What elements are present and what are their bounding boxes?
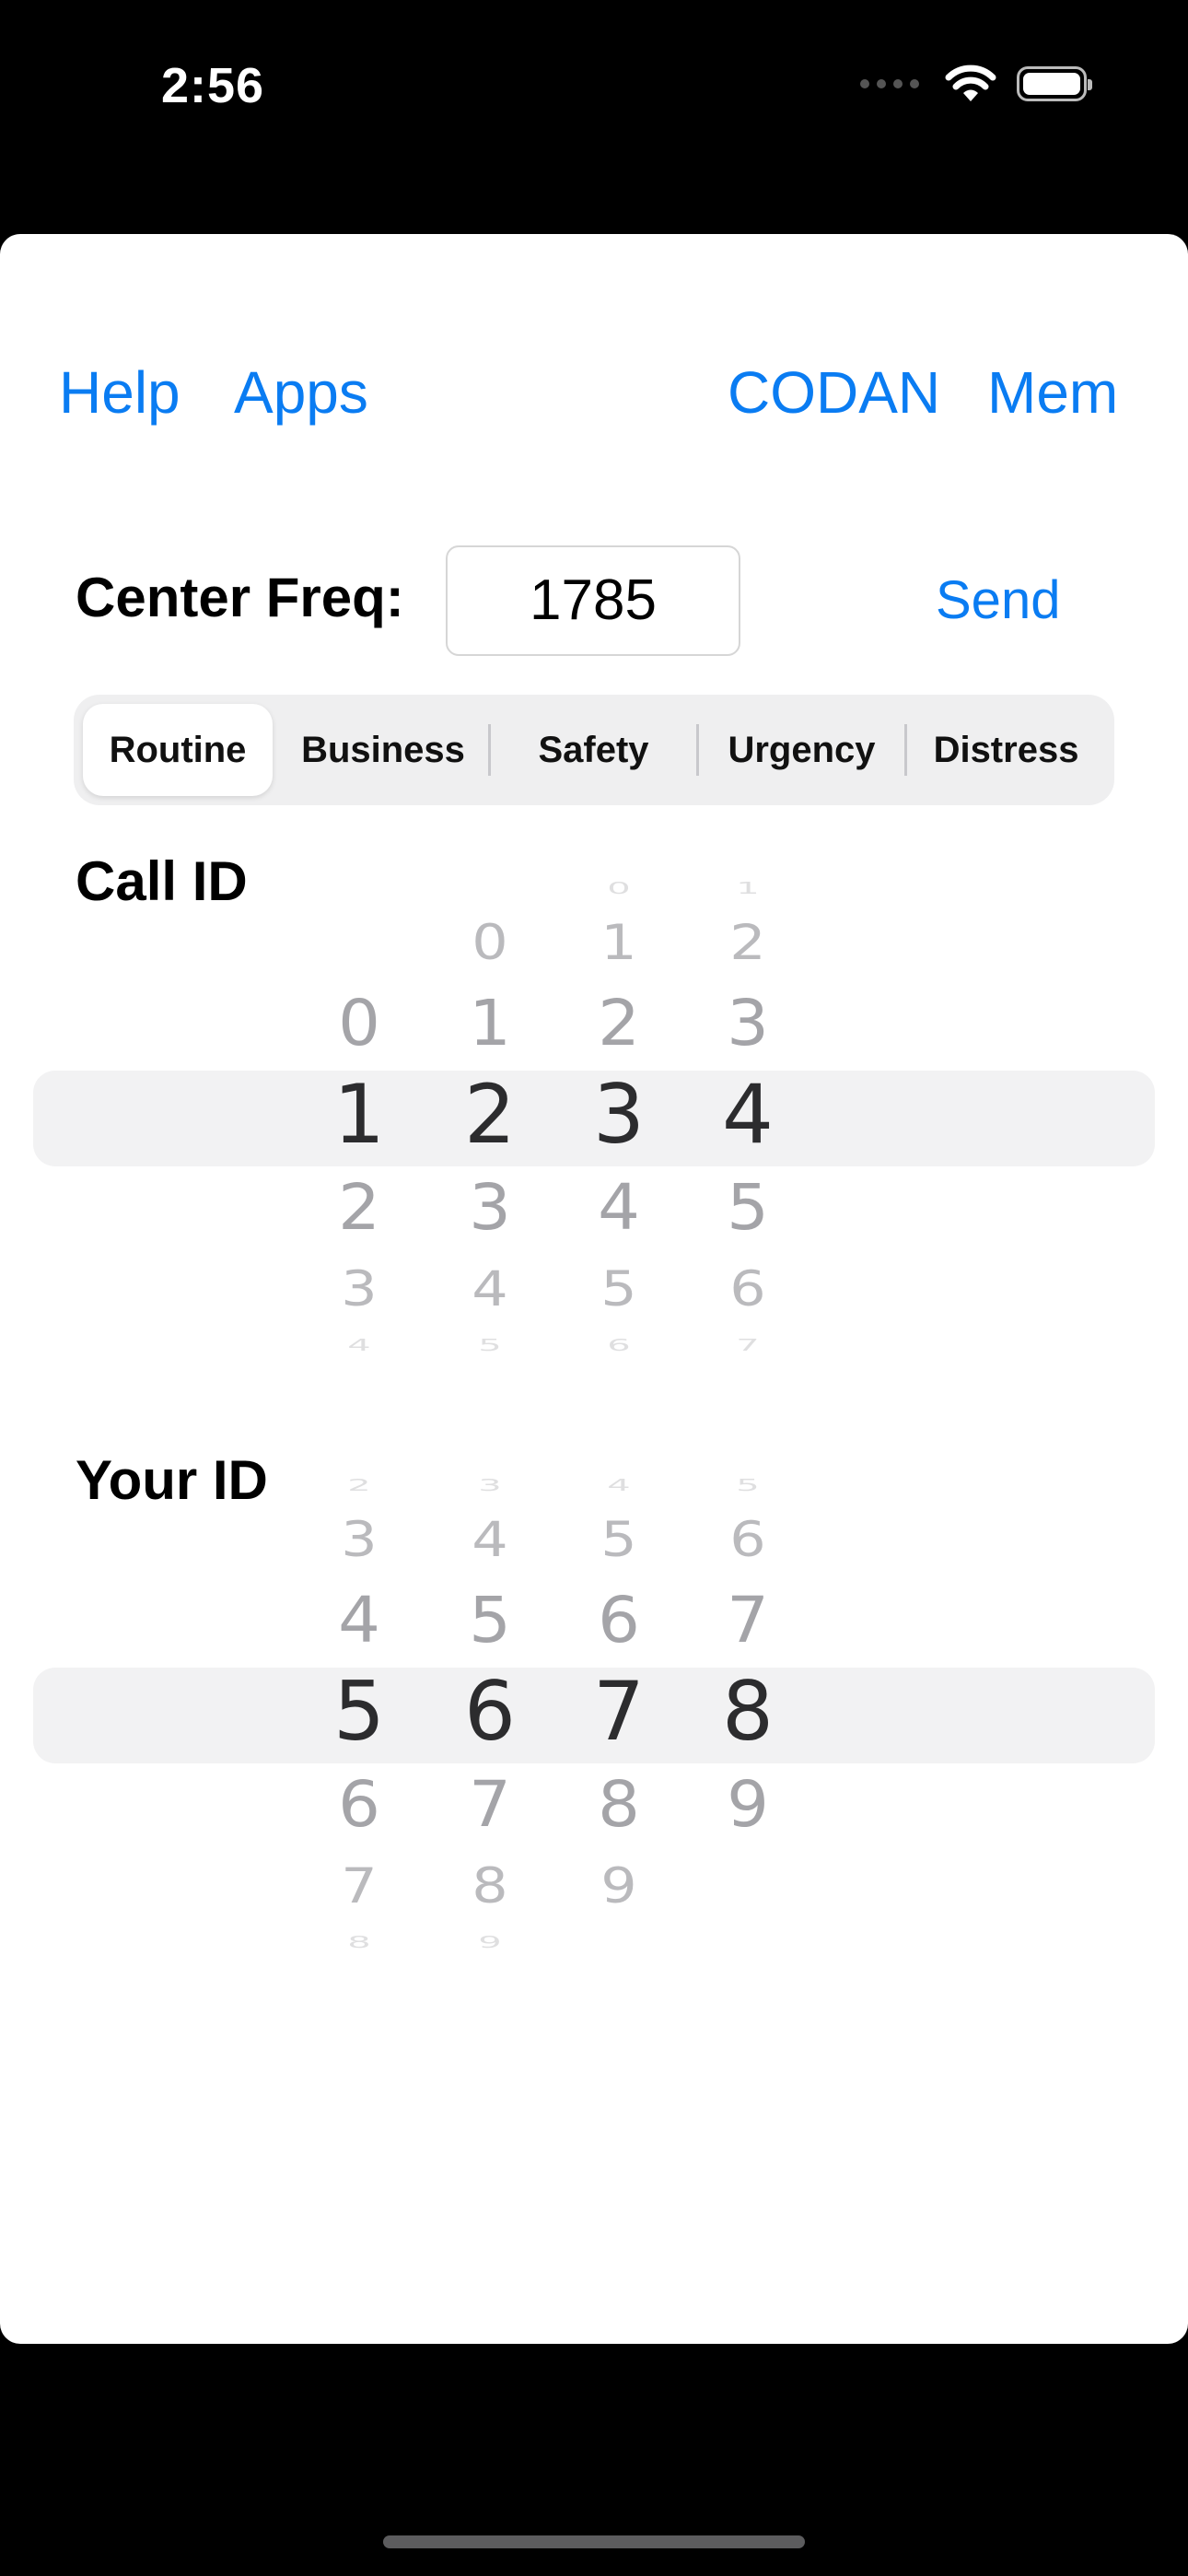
- picker-digit: 1: [469, 986, 511, 1060]
- center-freq-label: Center Freq:: [76, 567, 404, 628]
- apps-link[interactable]: Apps: [234, 356, 368, 429]
- picker-digit: 5: [600, 1510, 637, 1568]
- picker-digit: 2: [338, 1170, 380, 1245]
- picker-digit: 7: [727, 1583, 769, 1657]
- call-category-segmented-control: Routine Business Safety Urgency Distress: [74, 695, 1114, 805]
- picker-digit: 3: [727, 986, 769, 1060]
- picker-digit: 5: [727, 1170, 769, 1245]
- picker-digit: 6: [607, 1335, 631, 1355]
- picker-selected-digit: 1: [333, 1066, 385, 1162]
- segment-routine[interactable]: Routine: [83, 704, 273, 796]
- home-indicator: [383, 2535, 805, 2548]
- your-id-label: Your ID: [76, 1449, 268, 1511]
- picker-digit: 9: [727, 1767, 769, 1842]
- picker-digit: 4: [598, 1170, 640, 1245]
- picker-selected-digit: 8: [722, 1663, 774, 1759]
- status-bar: 2:56: [0, 0, 1188, 175]
- picker-digit: 5: [478, 1335, 502, 1355]
- wifi-icon: [945, 64, 996, 101]
- picker-digit: 8: [347, 1932, 371, 1952]
- picker-digit: 4: [338, 1583, 380, 1657]
- picker-digit: 8: [598, 1767, 640, 1842]
- picker-digit: 4: [347, 1335, 371, 1355]
- picker-digit: 2: [347, 1475, 371, 1495]
- picker-selected-digit: 7: [593, 1663, 645, 1759]
- picker-digit: 3: [341, 1510, 378, 1568]
- cellular-signal-icon: [860, 79, 919, 88]
- picker-selected-digit: 6: [464, 1663, 516, 1759]
- help-link[interactable]: Help: [59, 356, 181, 429]
- picker-digit: 0: [607, 878, 631, 898]
- battery-icon: [1017, 66, 1092, 101]
- segment-business[interactable]: Business: [278, 704, 488, 796]
- segment-distress[interactable]: Distress: [907, 704, 1105, 796]
- picker-digit: 0: [338, 986, 380, 1060]
- codan-link[interactable]: CODAN: [728, 356, 940, 429]
- status-icons: [860, 64, 1092, 103]
- picker-digit: 2: [598, 986, 640, 1060]
- picker-digit: 7: [469, 1767, 511, 1842]
- picker-selected-digit: 5: [333, 1663, 385, 1759]
- segment-urgency[interactable]: Urgency: [699, 704, 904, 796]
- picker-digit: 9: [478, 1932, 502, 1952]
- send-button[interactable]: Send: [936, 569, 1060, 631]
- picker-digit: 1: [600, 913, 637, 971]
- picker-digit: 5: [736, 1475, 760, 1495]
- picker-digit: 0: [472, 913, 508, 971]
- picker-digit: 7: [736, 1335, 760, 1355]
- app-sheet: Help Apps CODAN Mem Center Freq: 1785 Se…: [0, 234, 1188, 2344]
- picker-digit: 3: [478, 1475, 502, 1495]
- picker-digit: 4: [472, 1259, 508, 1317]
- picker-digit: 5: [469, 1583, 511, 1657]
- picker-digit: 2: [729, 913, 766, 971]
- picker-digit: 3: [341, 1259, 378, 1317]
- mem-link[interactable]: Mem: [987, 356, 1118, 429]
- picker-digit: 7: [341, 1856, 378, 1914]
- picker-selected-digit: 2: [464, 1066, 516, 1162]
- call-id-label: Call ID: [76, 850, 248, 912]
- picker-digit: 5: [600, 1259, 637, 1317]
- picker-selected-digit: 3: [593, 1066, 645, 1162]
- picker-digit: 6: [598, 1583, 640, 1657]
- status-time: 2:56: [161, 58, 265, 113]
- picker-digit: 6: [729, 1510, 766, 1568]
- picker-digit: 9: [600, 1856, 637, 1914]
- picker-digit: 1: [736, 878, 760, 898]
- center-freq-input[interactable]: 1785: [446, 545, 740, 656]
- picker-digit: 4: [607, 1475, 631, 1495]
- picker-digit: 4: [472, 1510, 508, 1568]
- picker-digit: 6: [729, 1259, 766, 1317]
- picker-digit: 3: [469, 1170, 511, 1245]
- picker-selected-digit: 4: [722, 1066, 774, 1162]
- segment-safety[interactable]: Safety: [491, 704, 696, 796]
- picker-digit: 8: [472, 1856, 508, 1914]
- picker-digit: 6: [338, 1767, 380, 1842]
